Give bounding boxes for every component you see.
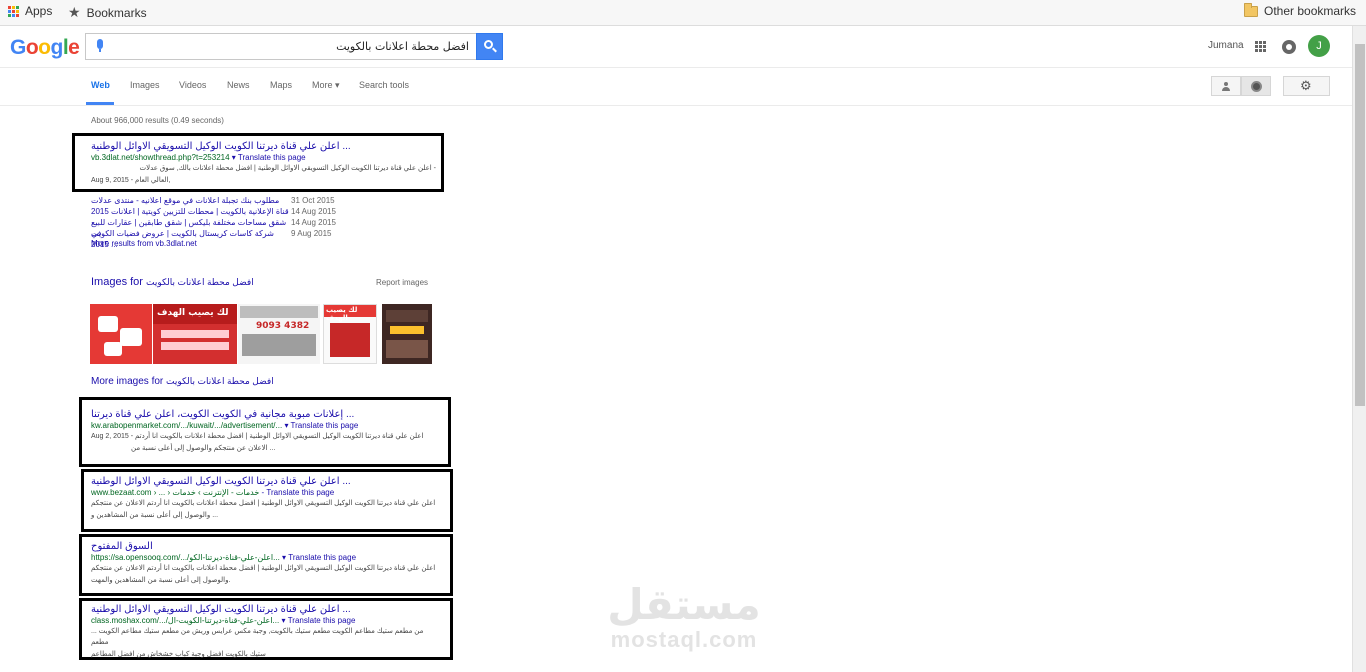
result-url: vb.3dlat.net/showthread.php?t=253214 ▾ T… — [91, 153, 306, 162]
sitelink-title[interactable]: شقق مساحات مختلفة بليكس | شقق طابقين | ع… — [91, 217, 291, 238]
logo-letter: g — [50, 36, 64, 59]
tab-search-tools[interactable]: Search tools — [359, 80, 409, 90]
scrollbar-thumb[interactable] — [1355, 44, 1365, 406]
google-logo[interactable]: Google — [10, 36, 80, 60]
image-thumbnail[interactable]: 9093 4382 — [238, 304, 320, 364]
logo-letter: o — [38, 36, 51, 59]
apps-label: Apps — [25, 4, 53, 18]
result-url: https://sa.opensooq.com/.../اعلن-علي-قنا… — [91, 553, 357, 562]
result-snippet: اعلن علي قناة ديرتنا الكويت الوكيل التسو… — [139, 165, 437, 172]
result-title[interactable]: اعلن علي قناة ديرتنا الكويت الوكيل التسو… — [91, 604, 436, 615]
translate-link[interactable]: - Translate this page — [262, 488, 335, 497]
person-icon — [1222, 82, 1230, 91]
images-for-heading[interactable]: Images for افضل محطة اعلانات بالكويت — [91, 276, 254, 288]
translate-link[interactable]: ▾ Translate this page — [282, 553, 356, 562]
bookmarks-bar: Apps ★ Bookmarks Other bookmarks — [0, 0, 1366, 26]
tab-more[interactable]: More ▾ — [312, 80, 340, 91]
page-scrollbar[interactable] — [1352, 26, 1366, 672]
search-result: اعلن علي قناة ديرتنا الكويت الوكيل التسو… — [91, 141, 436, 186]
user-name[interactable]: Jumana — [1208, 40, 1244, 51]
microphone-icon[interactable] — [96, 39, 104, 53]
tab-maps[interactable]: Maps — [270, 80, 292, 90]
sitelink-date: 14 Aug 2015 — [291, 218, 336, 227]
globe-icon — [1251, 81, 1262, 92]
apps-grid-icon — [8, 5, 19, 17]
more-results-link[interactable]: More results from vb.3dlat.net — [91, 239, 197, 248]
sitelink-row[interactable]: شقق مساحات مختلفة بليكس | شقق طابقين | ع… — [91, 217, 351, 238]
logo-letter: e — [68, 36, 80, 59]
result-title[interactable]: السوق المفتوح — [91, 541, 436, 552]
tab-news[interactable]: News — [227, 80, 250, 90]
search-input[interactable] — [114, 37, 469, 56]
sitelinks: مطلوب بنك تجبلة اعلانات في موقع اعلانيه … — [91, 195, 351, 249]
image-thumbnail[interactable]: لك يصيب الهدف — [323, 304, 377, 364]
bookmarks-label: Bookmarks — [86, 5, 147, 20]
image-thumbnail[interactable] — [382, 304, 432, 364]
sitelink-row[interactable]: شركة كاسات كريستال بالكويت | عروض فضيات … — [91, 228, 351, 249]
more-images-link[interactable]: More images for افضل محطة اعلانات بالكوي… — [91, 376, 274, 387]
tab-images[interactable]: Images — [130, 80, 160, 90]
gear-icon: ⚙ — [1300, 78, 1312, 93]
tab-videos[interactable]: Videos — [179, 80, 206, 90]
other-bookmarks-item[interactable]: Other bookmarks — [1244, 2, 1357, 18]
result-title[interactable]: اعلن علي قناة ديرتنا الكويت الوكيل التسو… — [91, 141, 436, 152]
image-thumbnail[interactable] — [90, 304, 152, 364]
sitelink-title[interactable]: شركة كاسات كريستال بالكويت | عروض فضيات … — [91, 228, 291, 249]
result-stats: About 966,000 results (0.49 seconds) — [91, 116, 224, 125]
active-tab-indicator — [86, 102, 114, 105]
result-snippet: والوصول إلى أعلى نسبة من المشاهدين و ... — [91, 512, 219, 519]
mostaql-watermark: مستقل mostaql.com — [607, 580, 761, 652]
result-title[interactable]: إعلانات مبوبة مجانية في الكويت الكويت، ا… — [91, 409, 436, 420]
result-snippet: اعلن علي قناة ديرتنا الكويت الوكيل التسو… — [91, 565, 436, 572]
folder-icon — [1244, 2, 1258, 17]
star-icon: ★ — [68, 4, 81, 20]
search-header: Google Jumana J — [0, 26, 1352, 68]
search-button[interactable] — [476, 33, 503, 60]
search-result: اعلن علي قناة ديرتنا الكويت الوكيل التسو… — [91, 604, 436, 660]
apps-bookmark[interactable]: Apps — [8, 4, 52, 18]
logo-letter: o — [25, 36, 39, 59]
image-thumbnail[interactable]: لك يصيب الهدف — [153, 304, 237, 364]
other-bookmarks-label: Other bookmarks — [1264, 4, 1357, 18]
result-snippet: والوصول إلى أعلى نسبة من المشاهدين والمه… — [91, 577, 231, 584]
apps-launcher-icon[interactable] — [1255, 41, 1266, 52]
sitelink-row[interactable]: قناة الإعلانية بالكويت | محطات للتزيين ك… — [91, 206, 351, 227]
logo-letter: G — [10, 36, 26, 59]
search-tabs: Web Images Videos News Maps More ▾ Searc… — [0, 68, 1352, 106]
personal-results-button[interactable] — [1211, 76, 1241, 96]
result-snippet: الاعلان عن منتجكم والوصول إلى أعلى نسبة … — [131, 445, 276, 452]
result-snippet: ... من مطعم ستيك مطاعم الكويت مطعم ستيك … — [91, 628, 424, 646]
sitelink-row[interactable]: مطلوب بنك تجبلة اعلانات في موقع اعلانيه … — [91, 195, 351, 206]
sitelink-date: 9 Aug 2015 — [291, 229, 332, 238]
sitelink-title[interactable]: قناة الإعلانية بالكويت | محطات للتزيين ك… — [91, 206, 291, 227]
tab-web[interactable]: Web — [91, 80, 110, 90]
result-url: kw.arabopenmarket.com/.../kuwait/.../adv… — [91, 421, 359, 430]
sitelink-date: 31 Oct 2015 — [291, 196, 335, 205]
image-thumbnails: لك يصيب الهدف 9093 4382 لك يصيب الهدف — [90, 304, 432, 364]
global-results-button[interactable] — [1241, 76, 1271, 96]
bookmarks-item[interactable]: ★ Bookmarks — [68, 4, 147, 21]
search-result: السوق المفتوح https://sa.opensooq.com/..… — [91, 541, 436, 586]
result-title[interactable]: اعلن علي قناة ديرتنا الكويت الوكيل التسو… — [91, 476, 436, 487]
search-box[interactable] — [85, 33, 476, 60]
translate-link[interactable]: ▾ Translate this page — [284, 421, 358, 430]
result-snippet: Aug 9, 2015 - العالي العام, — [91, 177, 171, 184]
translate-link[interactable]: ▾ Translate this page — [232, 153, 306, 162]
settings-button[interactable]: ⚙ — [1283, 76, 1330, 96]
avatar[interactable]: J — [1308, 35, 1330, 57]
search-result: إعلانات مبوبة مجانية في الكويت الكويت، ا… — [91, 409, 436, 454]
result-snippet: اعلن علي قناة ديرتنا الكويت الوكيل التسو… — [91, 500, 436, 507]
result-url: class.moshax.com/.../اعلن-علي-قناة-ديرتن… — [91, 616, 356, 625]
result-snippet: ستيك بالكويت افضل وجبة كباب خشخاش من افض… — [91, 651, 266, 658]
notifications-icon[interactable] — [1282, 40, 1296, 54]
result-snippet: Aug 2, 2015 - اعلن علي قناة ديرتنا الكوي… — [91, 433, 424, 440]
sitelink-date: 14 Aug 2015 — [291, 207, 336, 216]
report-images-link[interactable]: Report images — [376, 278, 428, 287]
search-result: اعلن علي قناة ديرتنا الكويت الوكيل التسو… — [91, 476, 436, 521]
translate-link[interactable]: ▾ Translate this page — [281, 616, 355, 625]
result-url: www.bezaat.com › ... › خدمات - الإنترنت … — [91, 488, 335, 497]
sitelink-title[interactable]: مطلوب بنك تجبلة اعلانات في موقع اعلانيه … — [91, 195, 291, 206]
